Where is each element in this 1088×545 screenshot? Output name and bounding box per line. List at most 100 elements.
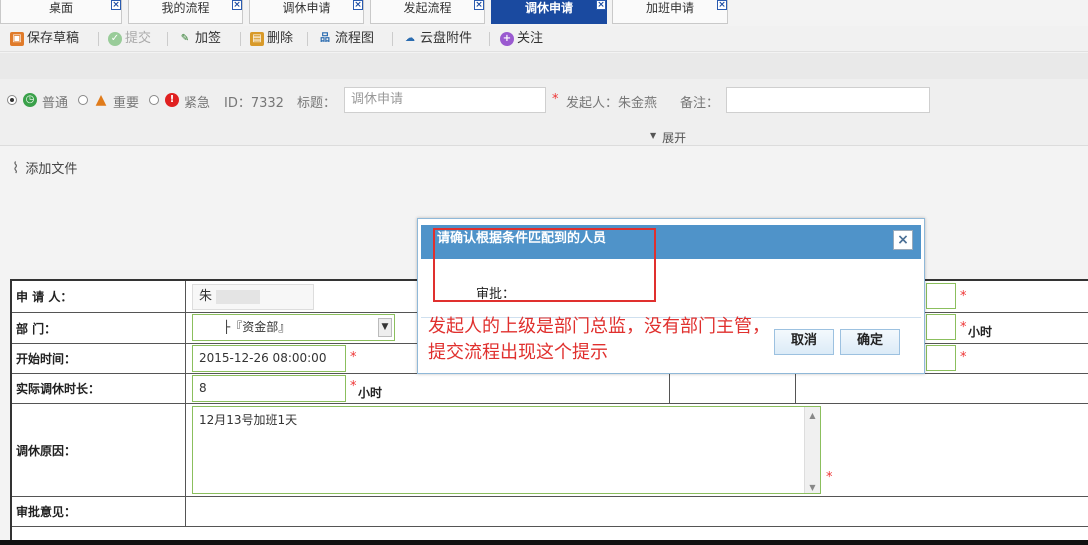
close-icon[interactable]: × bbox=[474, 0, 484, 10]
pen-icon: ✎ bbox=[180, 33, 190, 44]
caret-down-icon: ▼ bbox=[650, 131, 657, 140]
duration-value: 8 bbox=[199, 381, 207, 395]
required-star: * bbox=[960, 289, 967, 304]
submit-icon: ✓ bbox=[108, 32, 122, 46]
close-icon[interactable]: × bbox=[353, 0, 363, 10]
delete-label: 删除 bbox=[267, 31, 294, 46]
applicant-field: 朱 bbox=[192, 284, 314, 310]
reason-textarea[interactable]: 12月13号加班1天 ▲ ▼ bbox=[192, 406, 821, 494]
duration-unit: 小时 bbox=[358, 386, 383, 400]
duration-input[interactable]: 8 bbox=[192, 375, 346, 402]
save-draft-label: 保存草稿 bbox=[27, 31, 80, 46]
reason-label: 调休原因： bbox=[12, 404, 186, 496]
right-field-1[interactable] bbox=[926, 283, 956, 309]
duration-label: 实际调休时长： bbox=[12, 374, 186, 403]
title-input-value: 调休申请 bbox=[351, 92, 404, 107]
cloud-attach-button[interactable]: ☁ 云盘附件 bbox=[403, 29, 472, 49]
annotation-highlight-box bbox=[433, 228, 656, 302]
start-time-input[interactable]: 2015-12-26 08:00:00 bbox=[192, 345, 346, 372]
applicant-label: 申 请 人： bbox=[12, 281, 186, 312]
tab-label: 加班申请 bbox=[645, 1, 694, 15]
add-sign-label: 加签 bbox=[195, 31, 222, 46]
id-value: 7332 bbox=[250, 96, 284, 111]
add-file-link[interactable]: ⌇ 添加文件 bbox=[12, 158, 78, 178]
id-label: ID：7332 bbox=[224, 96, 284, 111]
right-field-3[interactable] bbox=[926, 345, 956, 371]
close-icon[interactable]: × bbox=[893, 230, 913, 250]
dept-label: 部 门： bbox=[12, 313, 186, 343]
cell-divider bbox=[669, 374, 670, 404]
priority-important-radio[interactable] bbox=[78, 95, 88, 105]
tab-desktop[interactable]: 桌面 × bbox=[0, 0, 122, 24]
tab-leave-request-active[interactable]: 调休申请 × bbox=[491, 0, 607, 24]
tab-label: 桌面 bbox=[48, 1, 73, 15]
required-star: * bbox=[826, 470, 833, 485]
required-star: * bbox=[350, 379, 357, 394]
priority-normal-radio[interactable] bbox=[7, 95, 17, 105]
title-input[interactable]: 调休申请 bbox=[344, 87, 546, 113]
dept-select[interactable]: ├『资金部』 ▼ bbox=[192, 314, 395, 341]
bottom-border bbox=[0, 540, 1088, 545]
duration-row: 实际调休时长： 8 * 小时 bbox=[12, 374, 1088, 404]
add-file-label: 添加文件 bbox=[25, 162, 78, 177]
warning-icon: ▲ bbox=[95, 92, 107, 108]
initiator-label: 发起人：朱金燕 bbox=[566, 96, 658, 111]
scroll-up-icon[interactable]: ▲ bbox=[805, 407, 820, 421]
cell-divider bbox=[795, 374, 796, 404]
flowchart-label: 流程图 bbox=[335, 31, 375, 46]
submit-label: 提交 bbox=[125, 31, 152, 46]
right-field-2[interactable] bbox=[926, 314, 956, 340]
dept-value: ├『资金部』 bbox=[223, 320, 291, 334]
close-icon[interactable]: × bbox=[596, 0, 606, 10]
chevron-down-icon[interactable]: ▼ bbox=[378, 318, 392, 337]
title-label: 标题： bbox=[297, 96, 337, 111]
start-time-label: 开始时间： bbox=[12, 344, 186, 373]
priority-urgent-label: 紧急 bbox=[184, 96, 211, 111]
clock-icon: ◷ bbox=[23, 93, 37, 107]
reason-row: 调休原因： 12月13号加班1天 ▲ ▼ * bbox=[12, 404, 1088, 497]
toolbar-spacer bbox=[0, 53, 1088, 79]
cancel-label: 取消 bbox=[790, 333, 817, 348]
initiator-value: 朱金燕 bbox=[618, 96, 658, 111]
priority-urgent-radio[interactable] bbox=[149, 95, 159, 105]
required-star: * bbox=[960, 320, 967, 335]
paperclip-icon: ⌇ bbox=[12, 158, 20, 177]
tab-leave-request-1[interactable]: 调休申请 × bbox=[249, 0, 364, 24]
tab-my-process[interactable]: 我的流程 × bbox=[128, 0, 243, 24]
submit-button[interactable]: ✓ 提交 bbox=[108, 29, 151, 49]
save-draft-button[interactable]: ▣ 保存草稿 bbox=[10, 29, 79, 49]
expand-toggle[interactable]: ▼ 展开 bbox=[650, 129, 686, 146]
tab-label: 调休申请 bbox=[524, 1, 573, 15]
toolbar: ▣ 保存草稿 ✓ 提交 ✎ 加签 ▤ 删除 品 流程图 ☁ 云盘附件 + 关注 bbox=[0, 26, 1088, 52]
remark-input[interactable] bbox=[726, 87, 930, 113]
trash-icon: ▤ bbox=[250, 32, 264, 46]
tab-label: 我的流程 bbox=[161, 1, 210, 15]
approval-row: 审批意见： bbox=[12, 497, 1088, 527]
tab-start-process[interactable]: 发起流程 × bbox=[370, 0, 485, 24]
urgent-icon: ! bbox=[165, 93, 179, 107]
tab-bar: 桌面 × 我的流程 × 调休申请 × 发起流程 × 调休申请 × 加班申请 × bbox=[0, 0, 1088, 24]
tab-overtime-request[interactable]: 加班申请 × bbox=[612, 0, 728, 24]
add-sign-button[interactable]: ✎ 加签 bbox=[178, 29, 221, 49]
hours-unit: 小时 bbox=[968, 325, 993, 339]
priority-normal-label: 普通 bbox=[42, 96, 69, 111]
flowchart-button[interactable]: 品 流程图 bbox=[318, 29, 374, 49]
close-icon[interactable]: × bbox=[111, 0, 121, 10]
applicant-value: 朱 bbox=[199, 289, 213, 304]
annotation-note: 发起人的上级是部门总监，没有部门主管，提交流程出现这个提示 bbox=[428, 316, 770, 363]
follow-button[interactable]: + 关注 bbox=[500, 29, 543, 49]
close-icon[interactable]: × bbox=[717, 0, 727, 10]
cloud-attach-label: 云盘附件 bbox=[420, 31, 473, 46]
flowchart-icon: 品 bbox=[320, 33, 330, 44]
scroll-down-icon[interactable]: ▼ bbox=[805, 479, 820, 493]
scrollbar[interactable]: ▲ ▼ bbox=[804, 407, 820, 493]
cancel-button[interactable]: 取消 bbox=[774, 329, 834, 355]
confirm-label: 确定 bbox=[856, 333, 883, 348]
required-star: * bbox=[960, 350, 967, 365]
delete-button[interactable]: ▤ 删除 bbox=[250, 29, 293, 49]
remark-label: 备注： bbox=[680, 96, 720, 111]
confirm-button[interactable]: 确定 bbox=[840, 329, 900, 355]
approval-label: 审批意见： bbox=[12, 497, 186, 526]
close-icon[interactable]: × bbox=[232, 0, 242, 10]
priority-important-label: 重要 bbox=[113, 96, 140, 111]
